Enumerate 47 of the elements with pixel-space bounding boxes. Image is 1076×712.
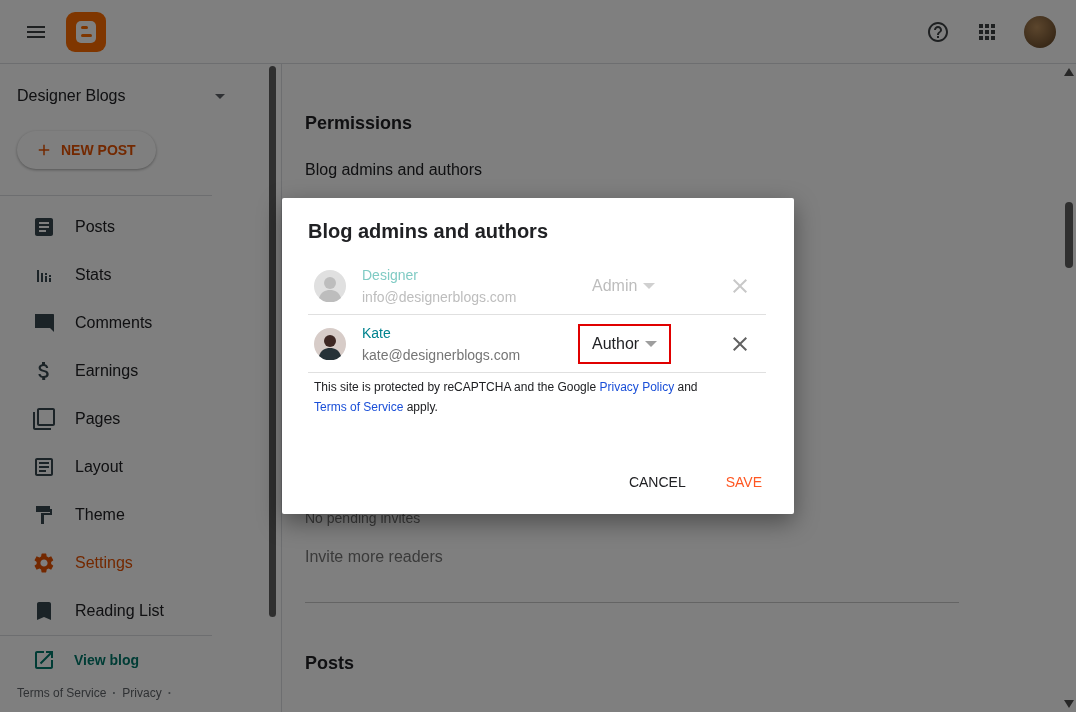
- cancel-button[interactable]: CANCEL: [618, 466, 696, 498]
- document-icon: [32, 215, 56, 239]
- external-link-icon[interactable]: [32, 648, 56, 672]
- blog-name[interactable]: Designer Blogs: [17, 87, 126, 105]
- footer-link[interactable]: Privacy: [122, 686, 162, 700]
- separator-dot: ·: [112, 686, 117, 700]
- member-email: kate@designerblogs.com: [362, 346, 522, 363]
- new-post-button[interactable]: NEW POST: [17, 131, 156, 169]
- nav-item[interactable]: Earnings: [0, 347, 268, 395]
- caret-icon: [645, 340, 658, 347]
- nav-item[interactable]: Comments: [0, 299, 268, 347]
- scroll-down-icon[interactable]: [1064, 700, 1074, 708]
- layout-icon: [32, 455, 56, 479]
- role-dropdown[interactable]: Author: [578, 323, 672, 364]
- avatar-icon: [314, 327, 346, 360]
- policy-link[interactable]: Terms of Service: [314, 400, 404, 414]
- stacked-pages-icon: [32, 407, 56, 431]
- avatar-icon: [314, 269, 346, 302]
- nav-item[interactable]: Theme: [0, 491, 268, 539]
- nav-item[interactable]: Pages: [0, 395, 268, 443]
- nav-item[interactable]: Reading List: [0, 587, 268, 635]
- scrollbar-thumb[interactable]: [269, 66, 276, 617]
- footer-link[interactable]: Terms of Service: [17, 686, 107, 700]
- member-name: Designer: [362, 266, 420, 283]
- account-avatar[interactable]: [1024, 15, 1056, 48]
- recaptcha-notice: This site is protected by reCAPTCHA and the Google Privacy Policy and Terms of Service apply.: [314, 379, 699, 416]
- member-name: Kate: [362, 324, 392, 341]
- help-icon[interactable]: [926, 19, 950, 44]
- nav-item[interactable]: Settings: [0, 539, 268, 587]
- dialog-title: Blog admins and authors: [308, 220, 550, 243]
- section-heading: Posts: [305, 653, 356, 674]
- separator-dot: ·: [167, 686, 172, 700]
- scrollbar-thumb[interactable]: [1065, 202, 1073, 268]
- setting-label[interactable]: Blog admins and authors: [305, 161, 959, 179]
- member-email: info@designerblogs.com: [362, 288, 518, 305]
- caret-icon: [643, 282, 656, 289]
- settings-icon: [32, 551, 56, 575]
- save-button[interactable]: SAVE: [715, 466, 772, 498]
- section-heading: Permissions: [305, 113, 414, 134]
- nav-item[interactable]: Posts: [0, 203, 268, 251]
- logo-icon[interactable]: [66, 11, 106, 52]
- view-blog-link[interactable]: View blog: [74, 652, 140, 668]
- scroll-up-icon[interactable]: [1064, 68, 1074, 76]
- policy-link[interactable]: Privacy Policy: [599, 380, 675, 394]
- invite-readers-link[interactable]: Invite more readers: [305, 548, 959, 566]
- nav-item[interactable]: Layout: [0, 443, 268, 491]
- nav-item[interactable]: Stats: [0, 251, 268, 299]
